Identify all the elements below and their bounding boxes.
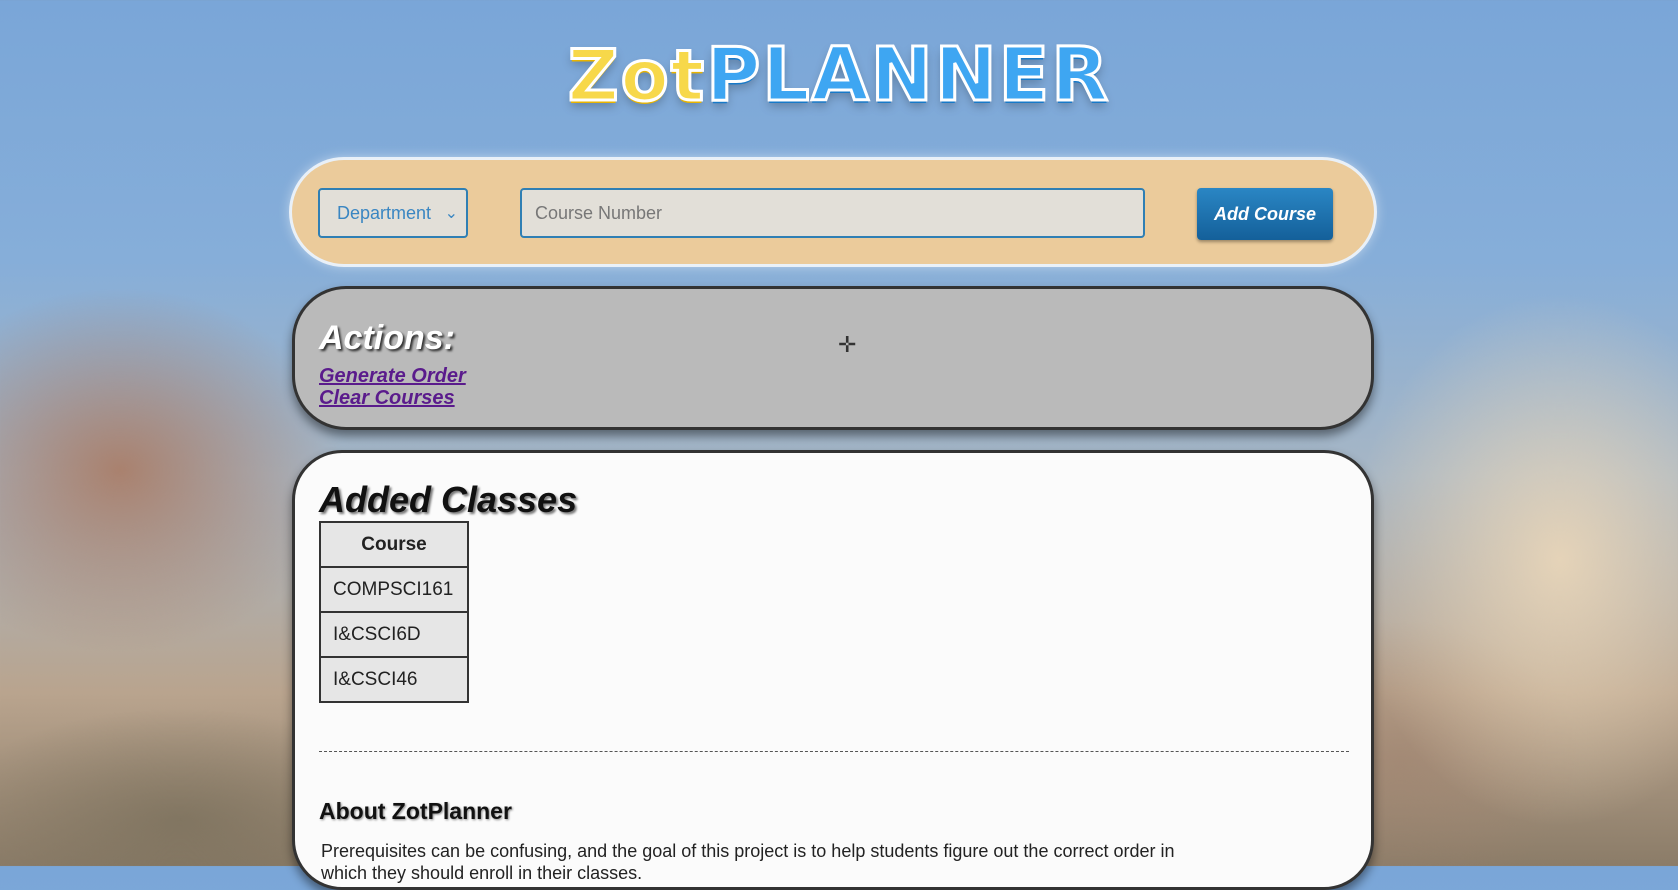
- crosshair-cursor-icon: ✛: [838, 332, 857, 357]
- course-cell: I&CSCI6D: [319, 611, 469, 658]
- added-classes-panel: Added Classes Course COMPSCI161 I&CSCI6D…: [292, 450, 1374, 890]
- table-row: I&CSCI6D: [319, 611, 469, 658]
- table-header-course: Course: [319, 521, 469, 568]
- table-row: I&CSCI46: [319, 656, 469, 703]
- zotplanner-logo: ZotPLANNER: [0, 37, 1678, 114]
- chevron-down-icon: ⌄: [444, 205, 458, 222]
- clear-courses-link[interactable]: Clear Courses: [319, 387, 455, 410]
- course-number-input[interactable]: Course Number: [520, 188, 1145, 238]
- logo-zot: Zot: [566, 35, 707, 117]
- logo-planner: PLANNER: [705, 32, 1111, 118]
- course-search-bar: Department ⌄ Course Number Add Course: [292, 160, 1374, 264]
- section-divider: [319, 751, 1349, 752]
- add-course-button[interactable]: Add Course: [1197, 188, 1333, 240]
- department-select[interactable]: Department ⌄: [318, 188, 468, 238]
- table-row: COMPSCI161: [319, 566, 469, 613]
- department-select-label: Department: [337, 202, 432, 223]
- added-classes-table: Course COMPSCI161 I&CSCI6D I&CSCI46: [319, 521, 469, 703]
- course-number-placeholder: Course Number: [535, 202, 663, 223]
- about-text: Prerequisites can be confusing, and the …: [321, 841, 1175, 883]
- generate-order-link[interactable]: Generate Order: [319, 365, 466, 388]
- course-cell: COMPSCI161: [319, 566, 469, 613]
- actions-title: Actions:: [319, 319, 455, 357]
- course-cell: I&CSCI46: [319, 656, 469, 703]
- about-title: About ZotPlanner: [319, 798, 512, 824]
- actions-panel: Actions: Generate Order Clear Courses: [292, 286, 1374, 430]
- added-classes-title: Added Classes: [319, 479, 578, 520]
